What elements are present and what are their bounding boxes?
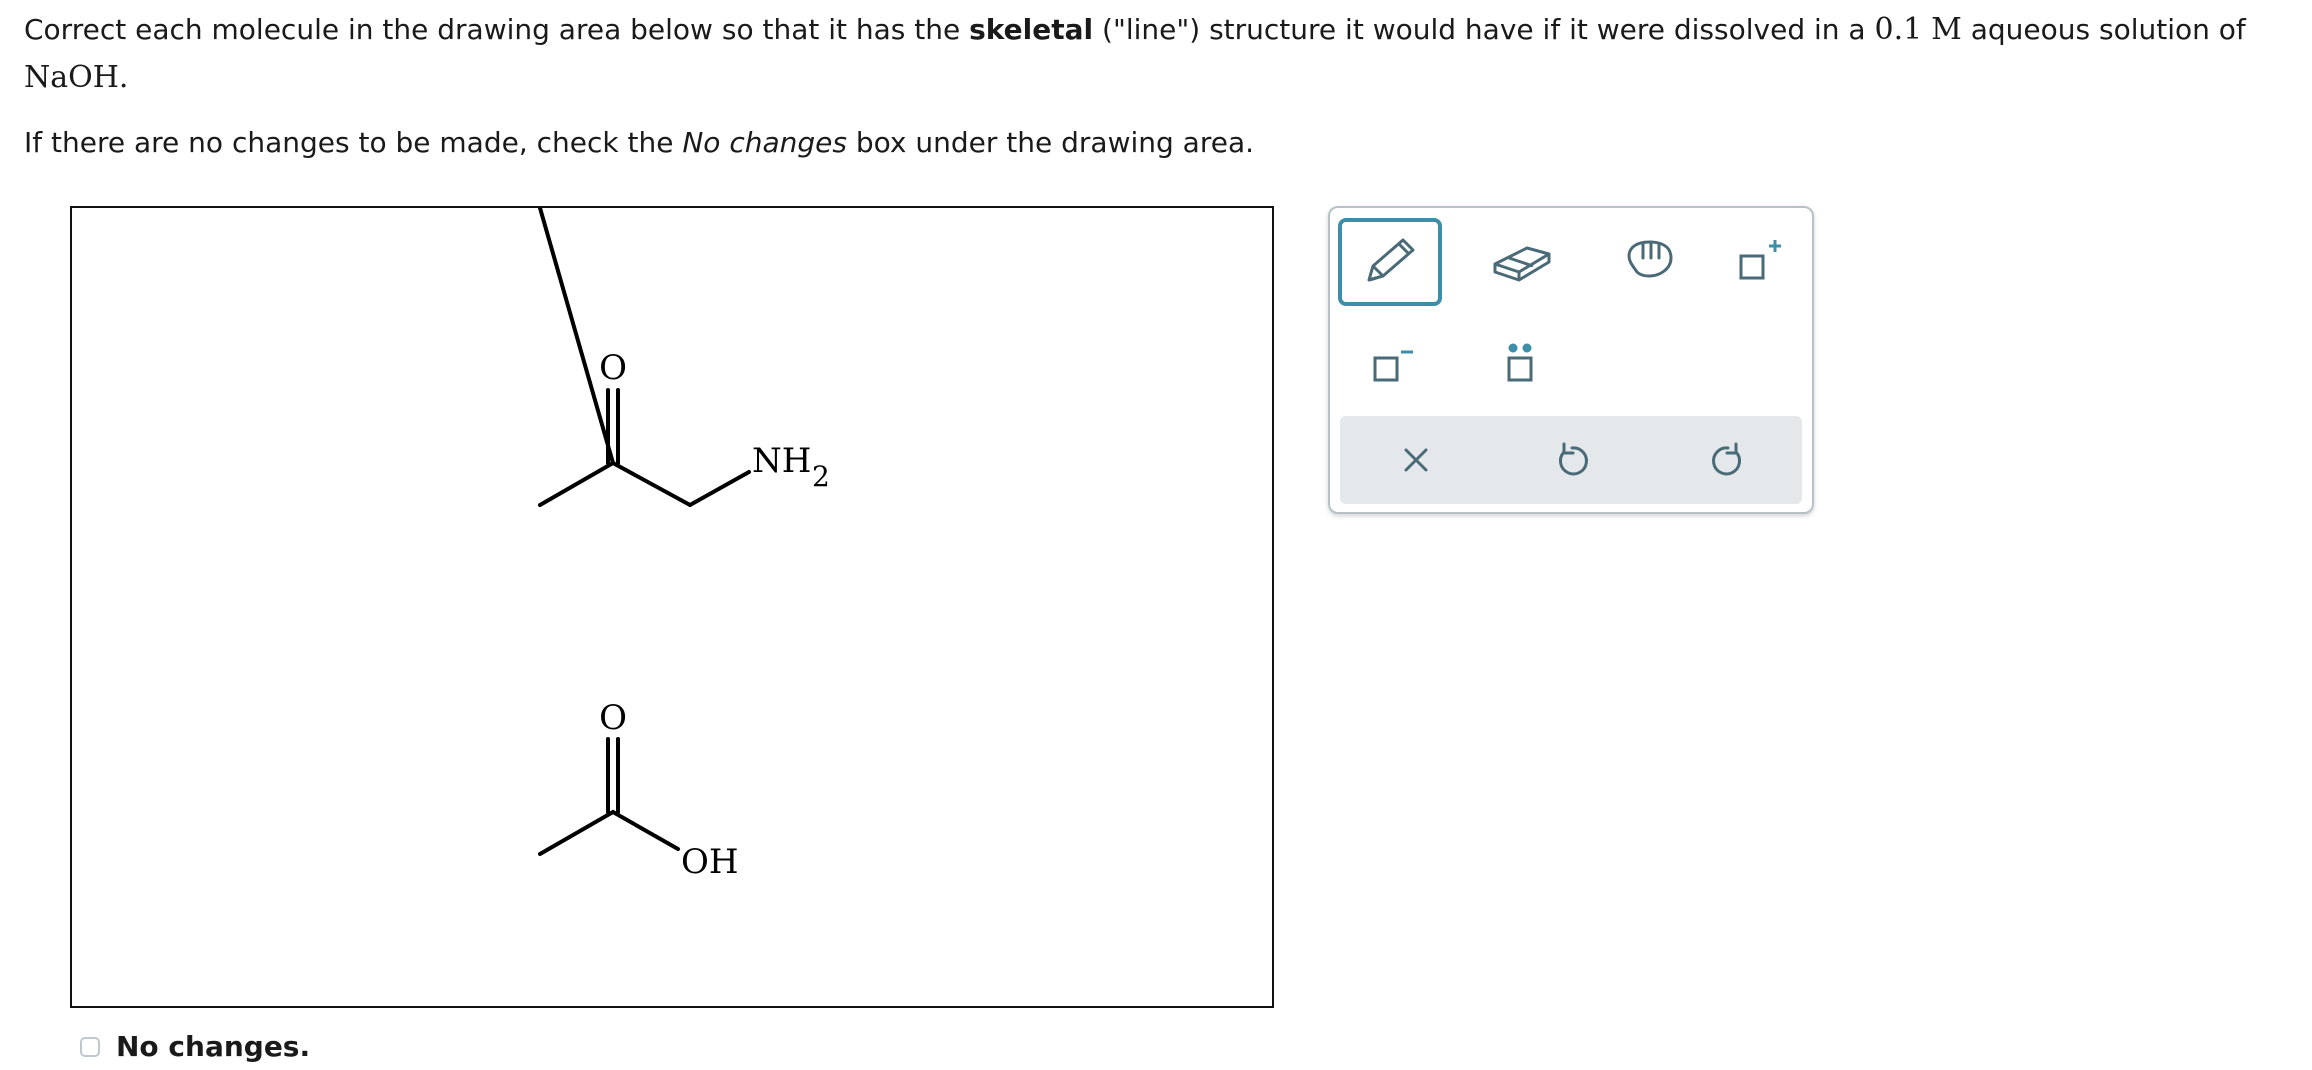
lone-pair-button[interactable] [1468,320,1572,408]
pencil-icon [1367,238,1415,282]
no-changes-checkbox[interactable] [80,1036,100,1057]
bond[interactable] [538,461,615,507]
bond[interactable] [611,810,680,851]
negative-charge-icon [1373,350,1413,382]
bond[interactable] [538,810,615,856]
negative-charge-button[interactable] [1340,320,1444,408]
molecule-aminoacetone[interactable] [538,208,751,507]
bond[interactable] [538,208,615,465]
clear-button[interactable] [1364,416,1468,504]
add-charge-button[interactable] [1708,218,1812,306]
instruction-text: If there are no changes to be made, chec… [24,126,683,159]
add-charge-icon [1739,240,1781,280]
bond[interactable] [688,470,751,507]
pencil-tool-button[interactable] [1338,218,1442,306]
drawing-area[interactable]: O NH 2 O OH [70,206,1274,1008]
bond[interactable] [611,461,692,507]
prompt-text: Correct each molecule in the drawing are… [24,13,970,46]
instruction: If there are no changes to be made, chec… [24,119,1254,167]
clear-icon [1404,448,1428,472]
molecule-acetic-acid[interactable] [538,737,680,856]
unit: M [1931,12,1962,47]
atom-label-hydroxyl[interactable]: OH [681,842,739,882]
atom-label-oxygen[interactable]: O [599,698,627,738]
no-changes-label[interactable]: No changes. [116,1030,310,1063]
eraser-icon [1493,246,1551,282]
solute: NaOH. [24,60,129,95]
hand-icon [1627,240,1673,278]
drawing-toolbar [1328,206,1814,514]
subscript: 2 [812,460,830,493]
prompt-bold: skeletal [969,13,1094,46]
concentration-value: 0.1 [1874,12,1923,47]
redo-icon [1712,442,1741,476]
instruction-text: box under the drawing area. [846,126,1255,159]
action-bar [1340,416,1802,504]
atom-label-nitrogen[interactable]: NH [752,441,811,481]
no-changes-option[interactable]: No changes. [80,1030,310,1063]
question-prompt: Correct each molecule in the drawing are… [24,6,2294,102]
lone-pair-icon [1507,343,1533,382]
eraser-tool-button[interactable] [1470,218,1574,306]
instruction-em: No changes [682,126,847,159]
prompt-text: aqueous solution of [1961,13,2246,46]
prompt-text: ("line") structure it would have if it w… [1093,13,1875,46]
undo-button[interactable] [1520,416,1624,504]
redo-button[interactable] [1676,416,1780,504]
undo-icon [1559,442,1588,476]
move-tool-button[interactable] [1598,218,1702,306]
molecule-drawing: O NH 2 O OH [538,208,830,882]
atom-label-oxygen[interactable]: O [599,348,627,388]
